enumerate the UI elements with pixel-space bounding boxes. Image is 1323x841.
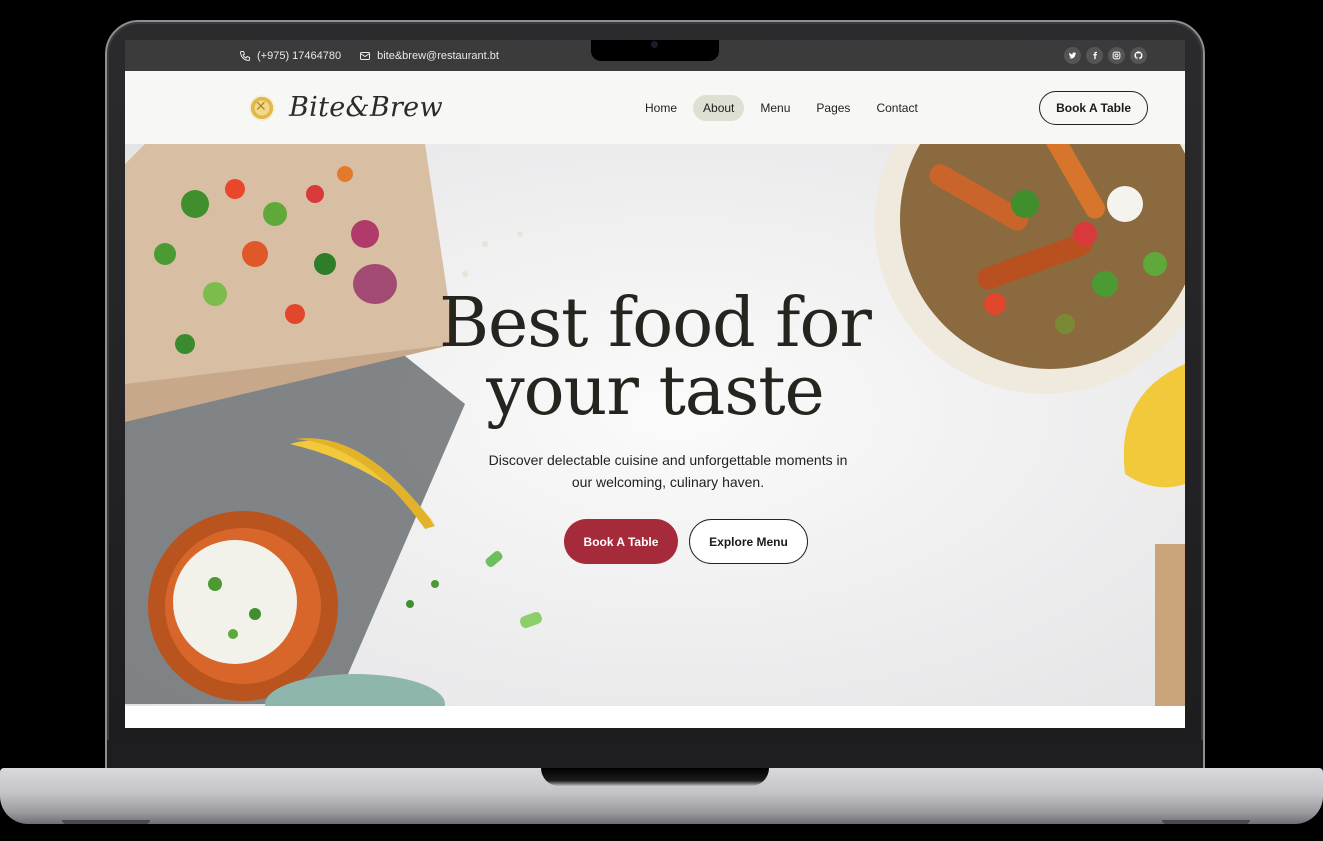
laptop-mockup: (+975) 17464780 bite&brew@restaurant.bt — [0, 0, 1323, 841]
facebook-icon[interactable] — [1086, 47, 1103, 64]
book-table-nav-button[interactable]: Book A Table — [1039, 90, 1148, 125]
hero-title-line-2: your taste — [486, 352, 825, 431]
explore-menu-button[interactable]: Explore Menu — [689, 519, 808, 564]
page-continuation — [125, 706, 1185, 728]
main-navbar: Bite&Brew Home About Menu Pages Contact … — [125, 71, 1185, 144]
instagram-icon[interactable] — [1108, 47, 1125, 64]
laptop-base-notch — [541, 768, 769, 786]
nav-item-about[interactable]: About — [693, 94, 745, 121]
laptop-foot-right — [1162, 820, 1250, 824]
hero-subtitle: Discover delectable cuisine and unforget… — [488, 452, 848, 490]
github-icon[interactable] — [1130, 47, 1147, 64]
twitter-icon[interactable] — [1064, 47, 1081, 64]
phone-contact[interactable]: (+975) 17464780 — [239, 50, 341, 62]
camera-notch — [591, 40, 719, 61]
hero-title-line-1: Best food for — [439, 284, 872, 363]
brand-logo[interactable]: Bite&Brew — [249, 92, 443, 123]
nav-item-home[interactable]: Home — [635, 95, 687, 121]
phone-icon — [239, 50, 250, 61]
hero-title: Best food for your taste — [125, 290, 1185, 426]
laptop-foot-left — [62, 820, 150, 824]
nav-item-menu[interactable]: Menu — [750, 95, 800, 121]
social-links — [1064, 47, 1147, 64]
book-table-button[interactable]: Book A Table — [564, 519, 678, 564]
email-contact[interactable]: bite&brew@restaurant.bt — [359, 50, 499, 62]
laptop-screen: (+975) 17464780 bite&brew@restaurant.bt — [125, 40, 1185, 728]
email-address: bite&brew@restaurant.bt — [377, 49, 499, 62]
camera-icon — [651, 41, 658, 48]
nav-item-contact[interactable]: Contact — [866, 95, 927, 121]
phone-number: (+975) 17464780 — [257, 49, 342, 62]
hero-section: Best food for your taste Discover delect… — [125, 144, 1185, 706]
nav-item-pages[interactable]: Pages — [806, 95, 860, 121]
website: (+975) 17464780 bite&brew@restaurant.bt — [125, 40, 1185, 728]
mail-icon — [360, 51, 371, 60]
logo-emblem-icon — [249, 94, 275, 121]
nav-menu: Home About Menu Pages Contact — [635, 94, 928, 121]
brand-name: Bite&Brew — [289, 92, 443, 123]
hero-actions: Book A Table Explore Menu — [564, 519, 808, 564]
